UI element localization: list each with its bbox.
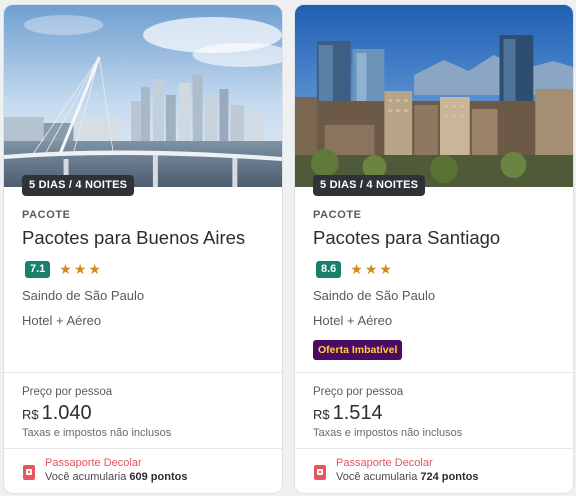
loyalty-points-text: Você acumularia 724 pontos <box>336 471 478 483</box>
loyalty-program-title: Passaporte Decolar <box>45 457 142 469</box>
product-type-label: PACOTE <box>313 209 362 221</box>
destination-photo-buenos-aires[interactable] <box>4 5 282 187</box>
star-icon: ★ <box>350 261 363 277</box>
package-title[interactable]: Pacotes para Buenos Aires <box>22 227 245 249</box>
hotel-stars: ★ ★ ★ <box>59 262 101 276</box>
includes-text: Hotel + Aéreo <box>313 313 393 328</box>
price-divider <box>4 372 282 373</box>
loyalty-points-text: Você acumularia 609 pontos <box>45 471 187 483</box>
promo-badge: Oferta Imbatível <box>313 340 403 360</box>
origin-text: Saindo de São Paulo <box>313 288 436 303</box>
rating-score-badge: 8.6 <box>316 260 342 278</box>
star-icon: ★ <box>88 261 101 277</box>
loyalty-divider <box>4 448 282 449</box>
duration-badge: 5 DIAS / 4 NOITES <box>22 175 135 196</box>
hotel-stars: ★ ★ ★ <box>350 262 392 276</box>
price-label: Preço por pessoa <box>313 386 404 398</box>
package-card-santiago[interactable]: 5 DIAS / 4 NOITES PACOTE Pacotes para Sa… <box>294 4 574 494</box>
taxes-note: Taxas e impostos não inclusos <box>313 427 463 439</box>
loyalty-program-title: Passaporte Decolar <box>336 457 433 469</box>
star-icon: ★ <box>59 261 72 277</box>
star-icon: ★ <box>364 261 378 277</box>
price-amount: 1.514 <box>332 402 383 424</box>
santiago-skyline-image <box>295 5 573 187</box>
price-divider <box>295 372 573 373</box>
rating-row: 7.1 ★ ★ ★ <box>25 260 101 278</box>
includes-text: Hotel + Aéreo <box>22 313 102 328</box>
destination-photo-santiago[interactable] <box>295 5 573 187</box>
price: R$ 1.040 <box>22 402 92 425</box>
product-type-label: PACOTE <box>22 209 71 221</box>
price-amount: 1.040 <box>41 402 92 424</box>
taxes-note: Taxas e impostos não inclusos <box>22 427 172 439</box>
star-icon: ★ <box>73 261 87 277</box>
price-label: Preço por pessoa <box>22 386 113 398</box>
origin-text: Saindo de São Paulo <box>22 288 145 303</box>
rating-score-badge: 7.1 <box>25 260 51 278</box>
loyalty-divider <box>295 448 573 449</box>
loyalty-points: 609 pontos <box>129 471 188 483</box>
rating-row: 8.6 ★ ★ ★ <box>316 260 392 278</box>
package-card-buenos-aires[interactable]: 5 DIAS / 4 NOITES PACOTE Pacotes para Bu… <box>3 4 283 494</box>
passport-icon <box>314 465 326 480</box>
passport-icon <box>23 465 35 480</box>
price: R$ 1.514 <box>313 402 383 425</box>
duration-badge: 5 DIAS / 4 NOITES <box>313 175 426 196</box>
price-currency: R$ <box>22 407 39 422</box>
loyalty-prefix: Você acumularia <box>336 471 418 483</box>
buenos-aires-skyline-image <box>4 5 282 187</box>
loyalty-prefix: Você acumularia <box>45 471 127 483</box>
loyalty-points: 724 pontos <box>420 471 479 483</box>
price-currency: R$ <box>313 407 330 422</box>
star-icon: ★ <box>379 261 392 277</box>
package-title[interactable]: Pacotes para Santiago <box>313 227 500 249</box>
